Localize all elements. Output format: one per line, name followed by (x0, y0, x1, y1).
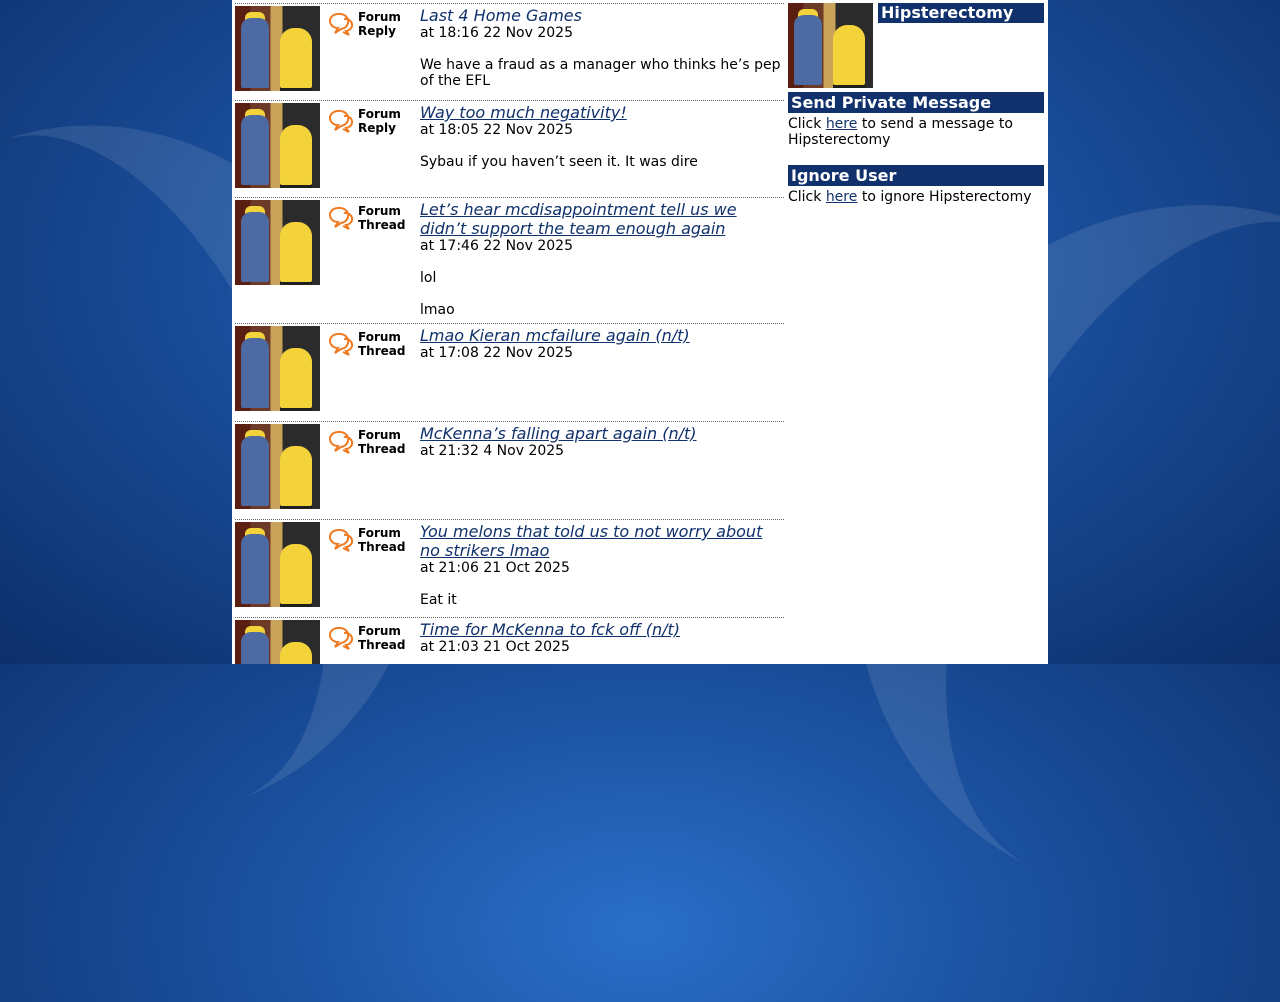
post-row: Forum Thread Time for McKenna to fck off (… (235, 617, 784, 664)
post-timestamp: at 18:16 22 Nov 2025 (420, 25, 573, 41)
post-body: We have a fraud as a manager who thinks … (420, 57, 784, 89)
post-body-paragraph: lmao (420, 302, 455, 318)
post-timestamp: at 17:08 22 Nov 2025 (420, 345, 573, 361)
post-avatar (235, 326, 320, 411)
user-avatar (788, 3, 873, 88)
post-content: Let’s hear mcdisappointment tell us we d… (416, 200, 784, 318)
post-content: Last 4 Home Games at 18:16 22 Nov 2025 We … (416, 6, 784, 89)
post-type-line2: Thread (358, 344, 406, 358)
post-type: Forum Thread (320, 424, 416, 456)
speech-bubbles-icon (328, 527, 354, 553)
post-type: Forum Thread (320, 200, 416, 232)
post-avatar (235, 103, 320, 188)
post-timestamp: at 21:06 21 Oct 2025 (420, 560, 570, 576)
post-feed: Forum Reply Last 4 Home Games at 18:16 22 N… (235, 3, 784, 664)
send-pm-text: Click here to send a message to Hipstere… (788, 116, 1013, 148)
post-body-paragraph: Eat it (420, 592, 457, 608)
post-type-line1: Forum (358, 204, 401, 218)
post-avatar (235, 6, 320, 91)
speech-bubbles-icon (328, 625, 354, 651)
post-row: Forum Thread Lmao Kieran mcfailure again (… (235, 323, 784, 421)
ignore-user-heading: Ignore User (788, 165, 1044, 186)
post-timestamp: at 18:05 22 Nov 2025 (420, 122, 573, 138)
post-type-line1: Forum (358, 526, 401, 540)
post-type: Forum Reply (320, 6, 416, 38)
post-content: Way too much negativity! at 18:05 22 Nov … (416, 103, 784, 170)
post-type: Forum Thread (320, 522, 416, 554)
speech-bubbles-icon (328, 11, 354, 37)
post-type-line2: Thread (358, 442, 406, 456)
post-type-line1: Forum (358, 107, 401, 121)
post-body-paragraph: We have a fraud as a manager who thinks … (420, 57, 781, 89)
profile-page: Forum Reply Last 4 Home Games at 18:16 22 N… (232, 0, 1048, 664)
post-title-link[interactable]: Time for McKenna to fck off (n/t) (420, 620, 784, 639)
speech-bubbles-icon (328, 429, 354, 455)
post-type-line1: Forum (358, 330, 401, 344)
post-type-line2: Thread (358, 540, 406, 554)
send-pm-link[interactable]: here (826, 116, 858, 132)
post-avatar (235, 424, 320, 509)
post-body: Sybau if you haven’t seen it. It was dir… (420, 154, 784, 170)
post-row: Forum Thread McKenna’s falling apart again… (235, 421, 784, 519)
post-content: Time for McKenna to fck off (n/t) at 21:0… (416, 620, 784, 656)
post-title-link[interactable]: You melons that told us to not worry abo… (420, 522, 784, 560)
post-content: Lmao Kieran mcfailure again (n/t) at 17:0… (416, 326, 784, 362)
post-type: Forum Thread (320, 326, 416, 358)
post-type: Forum Thread (320, 620, 416, 652)
speech-bubbles-icon (328, 205, 354, 231)
post-type-line1: Forum (358, 10, 401, 24)
username-heading: Hipsterectomy (878, 3, 1044, 23)
post-avatar (235, 522, 320, 607)
post-content: You melons that told us to not worry abo… (416, 522, 784, 608)
post-row: Forum Reply Last 4 Home Games at 18:16 22 N… (235, 3, 784, 100)
post-body: Eat it (420, 592, 784, 608)
post-body-paragraph: Sybau if you haven’t seen it. It was dir… (420, 154, 698, 170)
post-title-link[interactable]: Let’s hear mcdisappointment tell us we d… (420, 200, 784, 238)
post-avatar (235, 620, 320, 664)
post-content: McKenna’s falling apart again (n/t) at 21… (416, 424, 784, 460)
post-title-link[interactable]: Last 4 Home Games (420, 6, 784, 25)
post-body: lol lmao (420, 270, 784, 318)
post-row: Forum Thread You melons that told us to no… (235, 519, 784, 617)
speech-bubbles-icon (328, 108, 354, 134)
post-type-line1: Forum (358, 624, 401, 638)
post-title-link[interactable]: McKenna’s falling apart again (n/t) (420, 424, 784, 443)
post-type-line2: Thread (358, 638, 406, 652)
ignore-user-text: Click here to ignore Hipsterectomy (788, 189, 1032, 205)
post-type-line2: Reply (358, 24, 396, 38)
send-pm-section: Send Private Message Click here to send … (788, 92, 1044, 148)
post-title-link[interactable]: Way too much negativity! (420, 103, 784, 122)
post-type-line2: Reply (358, 121, 396, 135)
post-timestamp: at 21:03 21 Oct 2025 (420, 639, 570, 655)
post-title-link[interactable]: Lmao Kieran mcfailure again (n/t) (420, 326, 784, 345)
post-timestamp: at 21:32 4 Nov 2025 (420, 443, 565, 459)
post-timestamp: at 17:46 22 Nov 2025 (420, 238, 573, 254)
send-pm-heading: Send Private Message (788, 92, 1044, 113)
post-body-paragraph: lol (420, 270, 437, 286)
post-row: Forum Reply Way too much negativity! at 18:… (235, 100, 784, 197)
ignore-user-link[interactable]: here (826, 189, 858, 205)
post-type-line2: Thread (358, 218, 406, 232)
speech-bubbles-icon (328, 331, 354, 357)
post-type-line1: Forum (358, 428, 401, 442)
ignore-user-section: Ignore User Click here to ignore Hipster… (788, 165, 1044, 205)
post-type: Forum Reply (320, 103, 416, 135)
post-row: Forum Thread Let’s hear mcdisappointment t… (235, 197, 784, 323)
post-avatar (235, 200, 320, 285)
